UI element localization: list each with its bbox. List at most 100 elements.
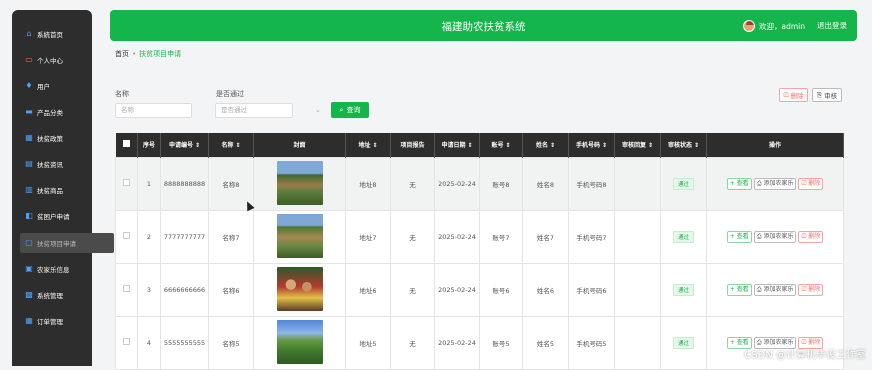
add-farm-button[interactable]: ⎙ 添加农家乐 <box>754 284 797 296</box>
pass-select[interactable]: 是否通过 <box>215 103 293 118</box>
sidebar-item-label: 产品分类 <box>37 107 63 117</box>
view-button[interactable]: + 查看 <box>727 178 752 190</box>
table-row: 1 8888888888 名称8 地址8 无 2025-02-24 账号8 姓名… <box>116 157 844 210</box>
cell-code: 6666666666 <box>161 263 209 316</box>
delete-label: 删除 <box>808 180 820 187</box>
col-actions: 操作 <box>707 133 844 157</box>
select-all-checkbox[interactable] <box>116 133 138 157</box>
col-phone[interactable]: 手机号码 ⇕ <box>569 133 615 157</box>
sidebar-item-category[interactable]: ▬ 产品分类 <box>12 102 92 122</box>
row-checkbox[interactable] <box>116 157 138 210</box>
search-button[interactable]: ⌕查询 <box>331 102 369 118</box>
audit-icon: ⎘ <box>817 91 822 100</box>
cell-date: 2025-02-24 <box>435 263 480 316</box>
cover-image[interactable] <box>277 320 323 364</box>
trash-icon: ⎚ <box>783 91 788 100</box>
col-status[interactable]: 审核状态 ⇕ <box>661 133 707 157</box>
view-label: 查看 <box>737 286 749 293</box>
user-icon: ♦ <box>25 82 33 90</box>
cover-image[interactable] <box>277 267 323 311</box>
cell-reply <box>615 316 661 369</box>
view-button[interactable]: + 查看 <box>727 231 752 243</box>
delete-label: 删除 <box>808 339 820 346</box>
chevron-down-icon: ⌄ <box>315 106 321 114</box>
view-label: 查看 <box>737 233 749 240</box>
cell-name: 名称6 <box>209 263 254 316</box>
col-name[interactable]: 名称 ⇕ <box>209 133 254 157</box>
cell-reply <box>615 157 661 210</box>
col-account[interactable]: 账号 ⇕ <box>480 133 523 157</box>
sidebar-item-farm[interactable]: ▣农家乐信息 <box>12 259 92 279</box>
cell-report: 无 <box>391 316 435 369</box>
add-farm-label: 添加农家乐 <box>763 339 793 346</box>
add-farm-label: 添加农家乐 <box>763 233 793 240</box>
sidebar-item-label: 系統首页 <box>37 29 63 39</box>
delete-button[interactable]: ⎚ 删除 <box>798 178 823 190</box>
cell-name: 名称7 <box>209 210 254 263</box>
col-code[interactable]: 申请编号 ⇕ <box>161 133 209 157</box>
apply-icon: ◧ <box>25 212 33 220</box>
sidebar-item-news[interactable]: ▤扶贫资讯 <box>12 154 92 174</box>
cell-actions: + 查看⎙ 添加农家乐⎚ 删除 <box>707 263 844 316</box>
col-address[interactable]: 地址 ⇕ <box>346 133 391 157</box>
avatar <box>743 20 755 32</box>
cell-actions: + 查看⎙ 添加农家乐⎚ 删除 <box>707 210 844 263</box>
home-icon: ⌂ <box>25 30 33 38</box>
sidebar: ⌂系統首页 ▭个人中心 ♦用户 ▬产品分类 ▦扶贫政策 ▤扶贫资讯 ▥扶贫商品 … <box>12 10 92 366</box>
cell-date: 2025-02-24 <box>435 157 480 210</box>
user-card-icon: ▭ <box>25 56 33 64</box>
batch-delete-button[interactable]: ⎚删除 <box>779 88 808 102</box>
sidebar-item-policy[interactable]: ▦扶贫政策 <box>12 128 92 148</box>
cell-account: 账号6 <box>480 263 523 316</box>
sidebar-item-orders[interactable]: ▦订单管理 <box>12 311 92 331</box>
cell-status: 通过 <box>661 316 707 369</box>
sidebar-item-profile[interactable]: ▭个人中心 <box>12 50 92 70</box>
sidebar-item-goods[interactable]: ▥扶贫商品 <box>12 180 92 200</box>
col-reply[interactable]: 审核回复 ⇕ <box>615 133 661 157</box>
col-cover: 封面 <box>254 133 346 157</box>
sidebar-item-users[interactable]: ♦ 用户 <box>12 76 92 96</box>
add-farm-button[interactable]: ⎙ 添加农家乐 <box>754 178 797 190</box>
cell-actions: + 查看⎙ 添加农家乐⎚ 删除 <box>707 157 844 210</box>
row-checkbox[interactable] <box>116 263 138 316</box>
farm-icon: ▣ <box>25 265 33 273</box>
cell-address: 地址5 <box>346 316 391 369</box>
sidebar-item-poor-apply[interactable]: ◧贫困户申请 <box>12 206 92 226</box>
project-icon: ▢ <box>25 239 33 247</box>
add-farm-button[interactable]: ⎙ 添加农家乐 <box>754 231 797 243</box>
view-button[interactable]: + 查看 <box>727 284 752 296</box>
cover-image[interactable] <box>277 161 323 205</box>
status-badge: 通过 <box>673 337 694 349</box>
audit-button[interactable]: ⎘审核 <box>812 88 842 102</box>
status-badge: 通过 <box>673 284 694 296</box>
col-realname[interactable]: 姓名 ⇕ <box>523 133 569 157</box>
settings-icon: ▩ <box>25 291 33 299</box>
cover-image[interactable] <box>277 214 323 258</box>
sidebar-item-system[interactable]: ▩系统管理 <box>12 285 92 305</box>
cell-realname: 姓名8 <box>523 157 569 210</box>
row-checkbox[interactable] <box>116 210 138 263</box>
col-report: 项目报告 <box>391 133 435 157</box>
row-checkbox[interactable] <box>116 316 138 369</box>
sidebar-item-label: 扶贫项目申请 <box>37 238 76 248</box>
policy-icon: ▦ <box>25 134 33 142</box>
sidebar-item-label: 用户 <box>37 81 50 91</box>
delete-button[interactable]: ⎚ 删除 <box>798 231 823 243</box>
delete-button[interactable]: ⎚ 删除 <box>798 284 823 296</box>
cell-status: 通过 <box>661 263 707 316</box>
sidebar-item-project-apply[interactable]: ▢ 扶贫项目申请 <box>20 233 114 253</box>
delete-label: 删除 <box>808 233 820 240</box>
col-date[interactable]: 申请日期 ⇕ <box>435 133 480 157</box>
breadcrumb-home[interactable]: 首页 <box>115 50 129 58</box>
table-row: 4 5555555555 名称5 地址5 无 2025-02-24 账号5 姓名… <box>116 316 844 369</box>
top-header: 福建助农扶贫系统 欢迎，admin 退出登录 <box>110 10 857 41</box>
table-header-row: 序号 申请编号 ⇕ 名称 ⇕ 封面 地址 ⇕ 项目报告 申请日期 ⇕ 账号 ⇕ … <box>116 133 844 157</box>
category-icon: ▬ <box>25 108 33 116</box>
name-input[interactable]: 名称 <box>115 103 192 118</box>
cell-report: 无 <box>391 263 435 316</box>
sidebar-item-home[interactable]: ⌂ 系統首页 <box>12 24 92 44</box>
cell-name: 名称5 <box>209 316 254 369</box>
logout-link[interactable]: 退出登录 <box>817 20 847 31</box>
cell-account: 账号8 <box>480 157 523 210</box>
cell-report: 无 <box>391 210 435 263</box>
